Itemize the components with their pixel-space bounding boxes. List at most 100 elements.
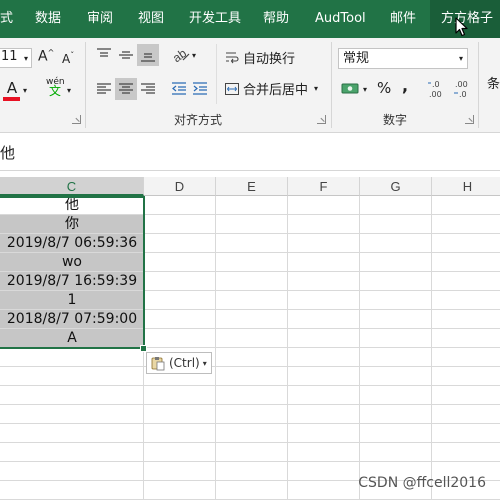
conditional-format-button[interactable]: 条	[487, 73, 500, 92]
cell-c12[interactable]	[0, 405, 144, 424]
cell-e9[interactable]	[216, 348, 288, 367]
cell-f8[interactable]	[288, 329, 360, 348]
tab-mail[interactable]: 邮件	[390, 0, 416, 38]
column-header-e[interactable]: E	[216, 177, 288, 196]
cell-d13[interactable]	[144, 424, 216, 443]
cell-h9[interactable]	[432, 348, 500, 367]
cell-e5[interactable]	[216, 272, 288, 291]
column-header-f[interactable]: F	[288, 177, 360, 196]
column-header-g[interactable]: G	[360, 177, 432, 196]
font-dialog-launcher-icon[interactable]	[72, 115, 81, 124]
cell-d11[interactable]	[144, 386, 216, 405]
cell-c8[interactable]: A	[0, 329, 144, 348]
cell-g2[interactable]	[360, 215, 432, 234]
cell-c1[interactable]: 他	[0, 196, 144, 215]
percent-style-button[interactable]: %	[377, 79, 391, 97]
cell-e11[interactable]	[216, 386, 288, 405]
chevron-down-icon[interactable]: ▾	[192, 51, 196, 60]
formula-bar[interactable]: 他	[0, 133, 500, 171]
cell-h2[interactable]	[432, 215, 500, 234]
cell-d8[interactable]	[144, 329, 216, 348]
cell-g1[interactable]	[360, 196, 432, 215]
font-color-button[interactable]: A	[2, 79, 22, 103]
cell-c2[interactable]: 你	[0, 215, 144, 234]
cell-h5[interactable]	[432, 272, 500, 291]
cell-f12[interactable]	[288, 405, 360, 424]
paste-options-button[interactable]: (Ctrl) ▾	[146, 352, 212, 374]
cell-g14[interactable]	[360, 443, 432, 462]
font-size-select[interactable]: 11 ▾	[0, 48, 32, 68]
cell-d15[interactable]	[144, 462, 216, 481]
cell-e2[interactable]	[216, 215, 288, 234]
cell-h14[interactable]	[432, 443, 500, 462]
cell-f16[interactable]	[288, 481, 360, 500]
cell-f6[interactable]	[288, 291, 360, 310]
cell-f7[interactable]	[288, 310, 360, 329]
column-header-h[interactable]: H	[432, 177, 500, 196]
cell-h13[interactable]	[432, 424, 500, 443]
cell-f11[interactable]	[288, 386, 360, 405]
cell-e16[interactable]	[216, 481, 288, 500]
cell-c4[interactable]: wo	[0, 253, 144, 272]
font-size-decrease-icon[interactable]: Aˇ	[62, 51, 84, 71]
cell-h4[interactable]	[432, 253, 500, 272]
cell-c11[interactable]	[0, 386, 144, 405]
cell-h7[interactable]	[432, 310, 500, 329]
cell-d2[interactable]	[144, 215, 216, 234]
cell-h11[interactable]	[432, 386, 500, 405]
cell-g5[interactable]	[360, 272, 432, 291]
accounting-format-icon[interactable]	[341, 80, 361, 98]
align-top-icon[interactable]	[95, 46, 113, 64]
chevron-down-icon[interactable]: ▾	[314, 84, 318, 93]
cell-d5[interactable]	[144, 272, 216, 291]
cell-e4[interactable]	[216, 253, 288, 272]
cell-f14[interactable]	[288, 443, 360, 462]
number-dialog-launcher-icon[interactable]	[465, 115, 474, 124]
cell-g13[interactable]	[360, 424, 432, 443]
wrap-text-button[interactable]: 自动换行	[224, 48, 295, 67]
cell-h1[interactable]	[432, 196, 500, 215]
cell-g10[interactable]	[360, 367, 432, 386]
cell-e13[interactable]	[216, 424, 288, 443]
cell-c3[interactable]: 2019/8/7 06:59:36	[0, 234, 144, 253]
cell-f4[interactable]	[288, 253, 360, 272]
worksheet-grid[interactable]: C D E F G H 他 你 2019/8/7 06:59:36 wo 201…	[0, 177, 500, 500]
cell-e1[interactable]	[216, 196, 288, 215]
tab-review[interactable]: 审阅	[87, 0, 113, 38]
cell-f2[interactable]	[288, 215, 360, 234]
cell-h6[interactable]	[432, 291, 500, 310]
align-bottom-icon[interactable]	[137, 44, 159, 66]
cell-c15[interactable]	[0, 462, 144, 481]
tab-help[interactable]: 帮助	[263, 0, 289, 38]
cell-h12[interactable]	[432, 405, 500, 424]
cell-e6[interactable]	[216, 291, 288, 310]
cell-d1[interactable]	[144, 196, 216, 215]
align-left-icon[interactable]	[95, 80, 113, 98]
cell-g3[interactable]	[360, 234, 432, 253]
text-orientation-icon[interactable]: ab	[171, 46, 191, 64]
cell-g4[interactable]	[360, 253, 432, 272]
tab-formulas[interactable]: 式	[0, 0, 13, 38]
tab-developer[interactable]: 开发工具	[189, 0, 241, 38]
cell-e7[interactable]	[216, 310, 288, 329]
font-size-increase-icon[interactable]: A^	[38, 48, 60, 68]
cell-c13[interactable]	[0, 424, 144, 443]
chevron-down-icon[interactable]: ▾	[23, 86, 27, 95]
column-header-c[interactable]: C	[0, 177, 144, 196]
cell-c9[interactable]	[0, 348, 144, 367]
cell-e15[interactable]	[216, 462, 288, 481]
cell-e10[interactable]	[216, 367, 288, 386]
cell-f9[interactable]	[288, 348, 360, 367]
cell-c7[interactable]: 2018/8/7 07:59:00	[0, 310, 144, 329]
tab-audtool[interactable]: AudTool	[315, 0, 366, 38]
alignment-dialog-launcher-icon[interactable]	[317, 115, 326, 124]
cell-c5[interactable]: 2019/8/7 16:59:39	[0, 272, 144, 291]
cell-d14[interactable]	[144, 443, 216, 462]
align-right-icon[interactable]	[139, 80, 157, 98]
align-center-icon[interactable]	[115, 78, 137, 100]
cell-d4[interactable]	[144, 253, 216, 272]
cell-f1[interactable]	[288, 196, 360, 215]
fill-handle[interactable]	[140, 345, 147, 352]
chevron-down-icon[interactable]: ▾	[67, 86, 71, 95]
cell-e8[interactable]	[216, 329, 288, 348]
